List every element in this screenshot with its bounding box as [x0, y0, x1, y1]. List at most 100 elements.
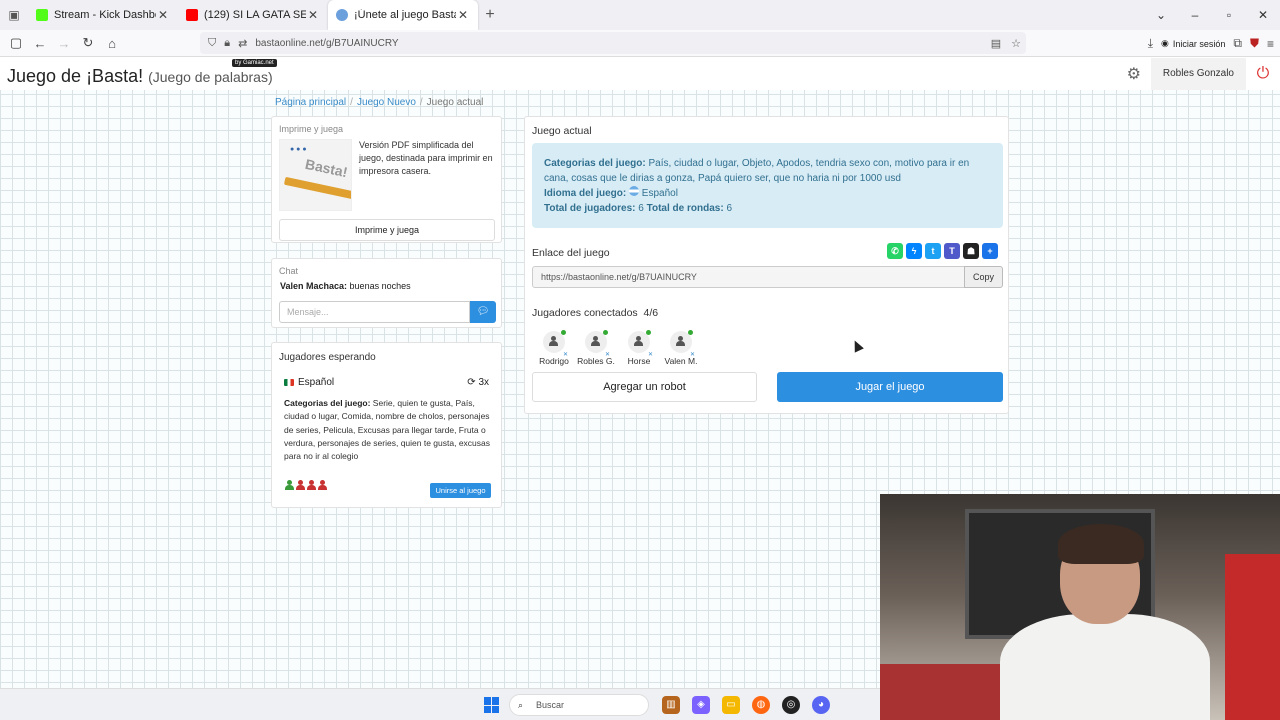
teams-icon[interactable]: T: [944, 243, 960, 259]
avatar: ✕: [670, 330, 695, 358]
copy-link-button[interactable]: Copy: [964, 266, 1003, 288]
play-game-button[interactable]: Jugar el juego: [777, 372, 1003, 402]
kick-favicon-icon: [36, 9, 48, 21]
file-explorer-icon[interactable]: ▭: [722, 696, 740, 714]
gear-icon[interactable]: ⚙: [1117, 64, 1151, 84]
game-categories: Categorias del juego: País, ciudad o lug…: [544, 156, 991, 186]
user-icon: [549, 336, 558, 346]
user-icon: [676, 336, 685, 346]
remove-player-icon[interactable]: ✕: [563, 351, 568, 358]
add-robot-button[interactable]: Agregar un robot: [532, 372, 757, 402]
close-tab-icon[interactable]: ✕: [156, 8, 170, 22]
user-name[interactable]: Robles Gonzalo: [1150, 58, 1246, 90]
webcam-blanket: [880, 664, 1000, 720]
window-controls: ⌄ – ▫ ✕: [1144, 0, 1280, 30]
signin-button[interactable]: ◉ Iniciar sesión: [1161, 38, 1225, 49]
whatsapp-icon[interactable]: ✆: [887, 243, 903, 259]
shield-extension-icon[interactable]: ⛊: [1250, 36, 1259, 51]
close-window-icon[interactable]: ✕: [1246, 8, 1280, 22]
site-header-right: ⚙ Robles Gonzalo ⏻: [1117, 58, 1280, 90]
firefox-icon[interactable]: ◍: [752, 696, 770, 714]
close-tab-icon[interactable]: ✕: [306, 8, 320, 22]
tab-title: (129) SI LA GATA SE AMOTINA: [204, 9, 306, 21]
breadcrumb-new-game[interactable]: Juego Nuevo: [357, 97, 416, 108]
print-thumbnail[interactable]: ● ● ● Basta!: [279, 139, 352, 211]
print-and-play-button[interactable]: Imprime y juega: [279, 219, 495, 241]
discord-icon[interactable]: ◕: [812, 696, 830, 714]
new-tab-icon[interactable]: +: [478, 6, 502, 24]
browser-tab-kick[interactable]: Stream - Kick Dashboard ✕: [28, 0, 178, 30]
player-empty-icon: [296, 480, 305, 490]
game-language: Idioma del juego: Español: [544, 186, 991, 201]
online-dot-icon: [603, 330, 608, 335]
snapchat-icon[interactable]: ☗: [963, 243, 979, 259]
maximize-icon[interactable]: ▫: [1212, 8, 1246, 22]
remove-player-icon[interactable]: ✕: [605, 351, 610, 358]
game-language-value: Español: [641, 188, 678, 199]
back-icon[interactable]: ←: [28, 36, 52, 51]
start-icon[interactable]: [484, 697, 500, 713]
chat-send-button[interactable]: 💬︎: [470, 301, 496, 323]
avatar: ✕: [585, 330, 610, 358]
tab-list-icon[interactable]: ▣: [0, 8, 28, 22]
sidebar-toggle-icon[interactable]: ▢: [4, 35, 28, 51]
breadcrumb-home[interactable]: Página principal: [275, 97, 346, 108]
address-bar[interactable]: ⛉ 🔒︎ ⇄ bastaonline.net/g/B7UAINUCRY ▤ ☆: [200, 32, 1026, 54]
tab-overflow-icon[interactable]: ⌄: [1144, 8, 1178, 22]
downloads-icon[interactable]: ⤓: [1148, 36, 1153, 51]
game-link-field[interactable]: https://bastaonline.net/g/B7UAINUCRY: [532, 266, 965, 288]
player-empty-icon: [318, 480, 327, 490]
rounds-icon: ⟳: [467, 377, 476, 388]
site-title-subtitle: (Juego de palabras): [148, 69, 273, 85]
browser-tab-youtube[interactable]: (129) SI LA GATA SE AMOTINA ✕: [178, 0, 328, 30]
share-more-icon[interactable]: +: [982, 243, 998, 259]
game-link-label: Enlace del juego: [532, 247, 610, 259]
messenger-icon[interactable]: ϟ: [906, 243, 922, 259]
avatar: ✕: [543, 330, 568, 358]
account-icon: ◉: [1161, 38, 1169, 48]
tab-title: Stream - Kick Dashboard: [54, 9, 156, 21]
extensions-icon[interactable]: ⧉: [1233, 36, 1242, 51]
chat-bubble-icon: 💬︎: [476, 306, 490, 317]
reload-icon[interactable]: ↻: [76, 35, 100, 51]
breadcrumb-separator: /: [350, 97, 353, 108]
menu-icon[interactable]: ≡: [1267, 37, 1274, 51]
taskbar-search[interactable]: ⌕ Buscar: [509, 694, 649, 716]
home-icon[interactable]: ⌂: [100, 36, 124, 51]
widgets-icon[interactable]: ▥: [662, 696, 680, 714]
player-card[interactable]: ✕ Valen M.: [656, 330, 706, 366]
copilot-icon[interactable]: ◈: [692, 696, 710, 714]
twitter-icon[interactable]: t: [925, 243, 941, 259]
waiting-players-title: Jugadores esperando: [279, 352, 376, 363]
total-rounds-value: 6: [726, 203, 733, 214]
chat-message: Valen Machaca: buenas noches: [280, 281, 411, 291]
waiting-game-categories: Categorias del juego: Serie, quien te gu…: [284, 397, 494, 463]
bookmark-star-icon[interactable]: ☆: [1006, 37, 1026, 50]
site-header: Juego de ¡Basta! (Juego de palabras) by …: [0, 58, 1280, 90]
reader-view-icon[interactable]: ▤: [986, 37, 1006, 50]
power-icon[interactable]: ⏻: [1246, 65, 1280, 83]
players-connected-text: Jugadores conectados: [532, 307, 638, 319]
chat-message-input[interactable]: Mensaje...: [279, 301, 470, 323]
gamiac-badge[interactable]: by Gamiac.net: [232, 59, 277, 67]
obs-icon[interactable]: ◎: [782, 696, 800, 714]
shield-icon[interactable]: ⛉: [208, 37, 216, 50]
game-categories-label: Categorias del juego:: [544, 158, 646, 169]
waiting-game-rounds: ⟳ 3x: [467, 377, 489, 388]
browser-tab-basta[interactable]: ¡Únete al juego Basta! ✕: [328, 0, 478, 30]
join-game-button[interactable]: Unirse al juego: [430, 483, 491, 498]
lock-icon[interactable]: 🔒︎: [224, 37, 230, 50]
taskbar: ⌕ Buscar ▥ ◈ ▭ ◍ ◎ ◕: [0, 688, 880, 720]
signin-label: Iniciar sesión: [1172, 38, 1226, 49]
close-tab-icon[interactable]: ✕: [456, 8, 470, 22]
remove-player-icon[interactable]: ✕: [690, 351, 695, 358]
remove-player-icon[interactable]: ✕: [648, 351, 653, 358]
webcam-person-hair: [1058, 524, 1144, 564]
minimize-icon[interactable]: –: [1178, 8, 1212, 22]
permissions-icon[interactable]: ⇄: [238, 37, 247, 50]
forward-icon[interactable]: →: [52, 36, 76, 51]
pencil-icon: [283, 176, 351, 200]
total-rounds-label: Total de rondas:: [646, 203, 724, 214]
current-game-title: Juego actual: [532, 125, 592, 137]
site-title[interactable]: Juego de ¡Basta! (Juego de palabras): [7, 66, 273, 87]
